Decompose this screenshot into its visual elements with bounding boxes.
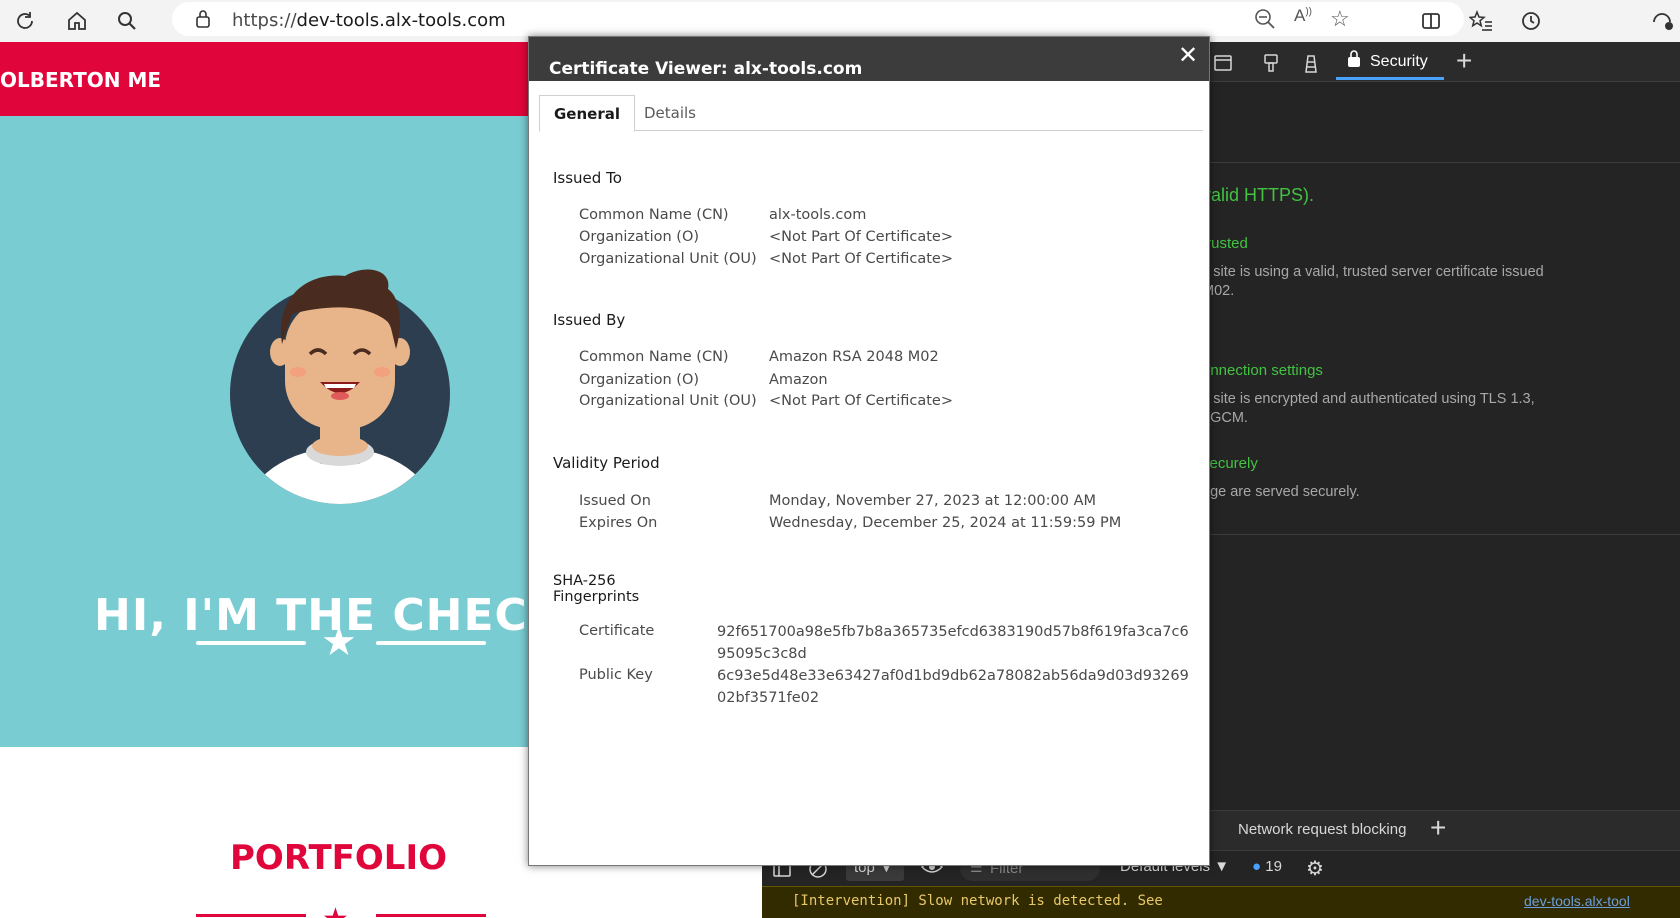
cert-fingerprint-value: 92f651700a98e5fb7b8a365735efcd6383190d57…	[717, 624, 1189, 662]
issued-to-ou-value: <Not Part Of Certificate>	[769, 251, 953, 267]
issued-by-cn-label: Common Name (CN)	[579, 349, 729, 365]
star-icon: ★	[321, 620, 357, 664]
cert-fingerprint-label: Certificate	[579, 623, 655, 639]
issued-by-ou-value: <Not Part Of Certificate>	[769, 393, 953, 409]
console-message-text: [Intervention] Slow network is detected.…	[792, 893, 1163, 909]
resources-heading: securely	[1202, 455, 1258, 472]
pubkey-fingerprint-label: Public Key	[579, 667, 653, 683]
certificate-viewer-dialog: Certificate Viewer: alx-tools.com ✕ Gene…	[528, 36, 1210, 866]
tab-security-label: Security	[1370, 52, 1428, 70]
issued-to-o-label: Organization (O)	[579, 229, 700, 245]
issued-to-cn-label: Common Name (CN)	[579, 207, 729, 223]
tab-details[interactable]: Details	[630, 95, 710, 132]
lighthouse-icon[interactable]	[1298, 50, 1324, 76]
expires-on-label: Expires On	[579, 515, 658, 531]
refresh-icon[interactable]	[10, 6, 40, 36]
issued-by-heading: Issued By	[553, 311, 626, 329]
tab-general[interactable]: General	[539, 95, 635, 132]
search-icon[interactable]	[112, 6, 142, 36]
add-tab-icon[interactable]: +	[1456, 46, 1472, 76]
close-icon[interactable]: ✕	[1175, 43, 1201, 69]
issued-to-o-value: <Not Part Of Certificate>	[769, 229, 953, 245]
console-settings-gear-icon[interactable]: ⚙	[1306, 856, 1324, 881]
certificate-desc-line1: s site is using a valid, trusted server …	[1202, 264, 1544, 280]
message-bubble-icon: ●	[1252, 858, 1262, 875]
fingerprints-heading-line1: SHA-256	[553, 573, 616, 589]
paint-brush-icon[interactable]	[1258, 50, 1284, 76]
issued-on-value: Monday, November 27, 2023 at 12:00:00 AM	[769, 493, 1097, 509]
issued-on-label: Issued On	[579, 493, 651, 509]
dialog-header: Certificate Viewer: alx-tools.com ✕	[529, 37, 1209, 81]
tab-security[interactable]: Security	[1336, 46, 1444, 80]
divider-right	[376, 641, 486, 645]
pubkey-fingerprint-value: 6c93e5d48e33e63427af0d1bd9db62a78082ab56…	[717, 668, 1189, 706]
home-icon[interactable]	[62, 6, 92, 36]
favorite-star-icon[interactable]: ☆	[1330, 6, 1350, 32]
message-count-badge[interactable]: ● 19	[1252, 858, 1282, 875]
tab-network-request-blocking[interactable]: Network request blocking	[1238, 821, 1406, 838]
issued-by-ou-label: Organizational Unit (OU)	[579, 393, 757, 409]
issued-to-ou-label: Organizational Unit (OU)	[579, 251, 757, 267]
portfolio-divider-left	[196, 914, 306, 917]
portfolio-star-icon: ★	[322, 900, 349, 918]
drawer-add-tab-icon[interactable]: +	[1430, 813, 1446, 843]
issued-to-cn-value: alx-tools.com	[769, 207, 867, 223]
url-text[interactable]: https://dev-tools.alx-tools.com	[232, 10, 506, 31]
fingerprints-heading-line2: Fingerprints	[553, 589, 640, 605]
address-bar[interactable]: https://dev-tools.alx-tools.com A)) ☆	[172, 2, 1464, 36]
favorites-icon[interactable]	[1466, 6, 1496, 36]
site-brand[interactable]: OLBERTON ME	[0, 68, 161, 92]
url-host: dev-tools.alx-tools.com	[296, 10, 506, 31]
issued-by-o-value: Amazon	[769, 372, 828, 388]
url-scheme: https://	[232, 10, 297, 31]
application-tab-icon[interactable]	[1210, 50, 1236, 76]
read-aloud-icon[interactable]: A))	[1294, 6, 1312, 26]
message-count: 19	[1265, 858, 1282, 875]
divider-left	[196, 641, 306, 645]
performance-icon[interactable]	[1648, 6, 1678, 36]
console-warning-row: [Intervention] Slow network is detected.…	[762, 886, 1680, 918]
lock-icon[interactable]	[194, 9, 212, 34]
security-lock-icon	[1346, 50, 1362, 73]
issued-by-o-label: Organization (O)	[579, 372, 700, 388]
fingerprints-heading: SHA-256 Fingerprints	[553, 573, 639, 605]
zoom-out-icon[interactable]	[1254, 8, 1276, 35]
issued-by-cn-value: Amazon RSA 2048 M02	[769, 349, 939, 365]
expires-on-value: Wednesday, December 25, 2024 at 11:59:59…	[769, 515, 1122, 531]
console-source-link[interactable]: dev-tools.alx-tool	[1524, 893, 1630, 909]
issued-to-heading: Issued To	[553, 169, 622, 187]
connection-desc-line1: s site is encrypted and authenticated us…	[1202, 391, 1535, 407]
split-screen-icon[interactable]	[1416, 6, 1446, 36]
security-summary: valid HTTPS).	[1202, 185, 1315, 205]
resources-desc: age are served securely.	[1202, 484, 1360, 500]
dialog-tab-bar: General Details	[539, 95, 1203, 132]
avatar	[230, 254, 450, 519]
history-icon[interactable]	[1516, 6, 1546, 36]
connection-heading: onnection settings	[1202, 362, 1323, 379]
portfolio-heading: PORTFOLIO	[230, 838, 448, 878]
portfolio-divider-right	[376, 914, 486, 917]
validity-heading: Validity Period	[553, 454, 660, 472]
dialog-title: Certificate Viewer: alx-tools.com	[549, 59, 863, 79]
